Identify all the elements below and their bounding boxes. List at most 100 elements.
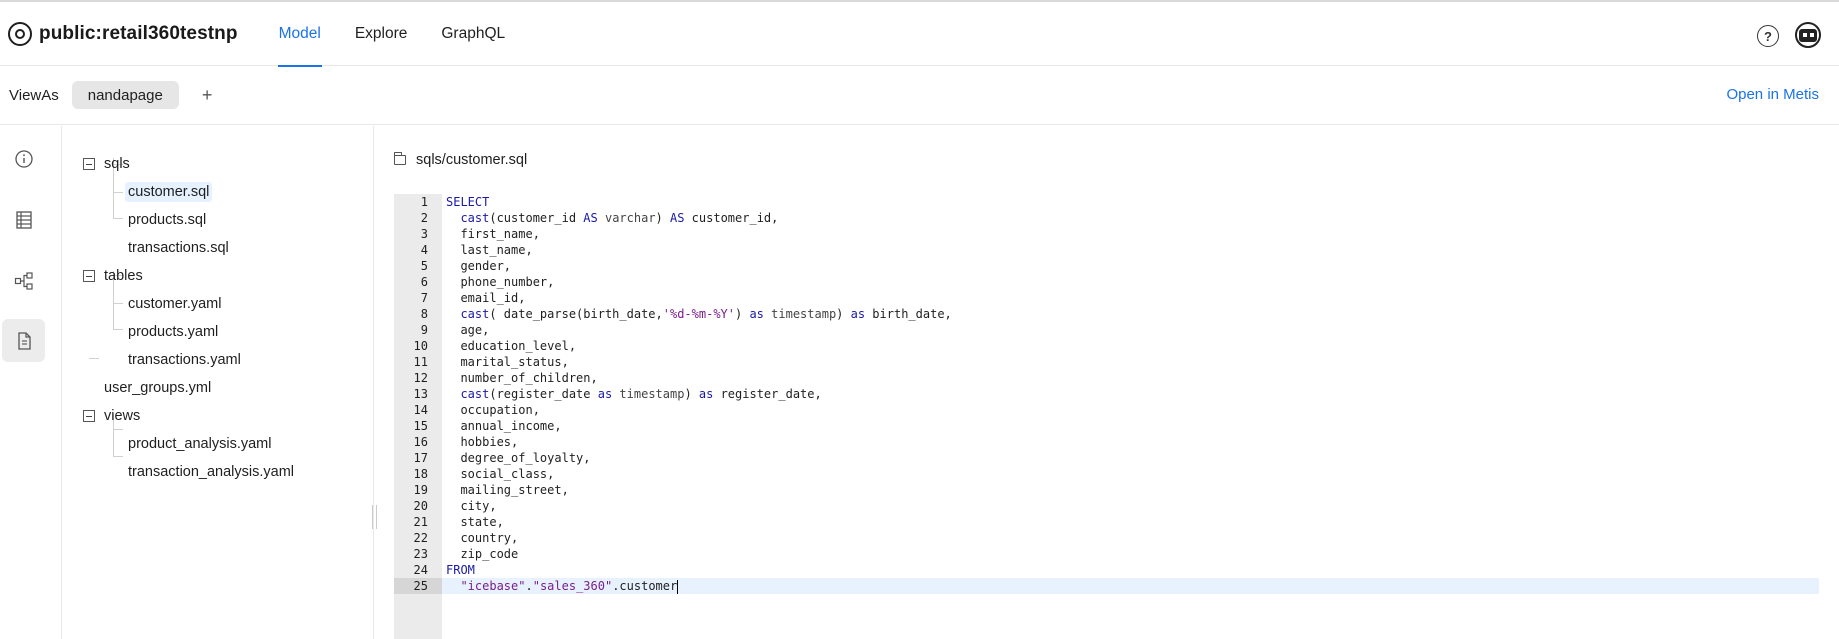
line-number: 9 xyxy=(420,323,428,337)
tab-graphql[interactable]: GraphQL xyxy=(440,2,506,66)
line-number: 20 xyxy=(413,499,428,513)
code-text: SELECT xyxy=(446,195,490,209)
page-title: public:retail360testnp xyxy=(39,22,238,44)
left-rail xyxy=(0,126,62,639)
code-text: age, xyxy=(446,323,490,337)
tab-model[interactable]: Model xyxy=(277,2,323,67)
tree-file-transactions-yaml[interactable]: transactions.yaml xyxy=(125,348,244,372)
line-number: 25 xyxy=(394,578,442,594)
avatar-face-icon xyxy=(1799,29,1817,42)
code-line[interactable]: 18 social_class, xyxy=(394,466,1819,482)
code-text: social_class, xyxy=(446,467,555,481)
code-line[interactable]: 6 phone_number, xyxy=(394,274,1819,290)
code-line[interactable]: 25 "icebase"."sales_360".customer xyxy=(394,578,1819,594)
tree-file-products-sql[interactable]: products.sql xyxy=(125,208,209,232)
code-line[interactable]: 20 city, xyxy=(394,498,1819,514)
code-text: marital_status, xyxy=(446,355,569,369)
tree-file-transactions-sql[interactable]: transactions.sql xyxy=(125,236,232,260)
code-text: gender, xyxy=(446,259,512,273)
avatar-eye-icon xyxy=(1810,33,1814,37)
code-line[interactable]: 14 occupation, xyxy=(394,402,1819,418)
code-text: cast( date_parse(birth_date,'%d-%m-%Y') … xyxy=(460,307,952,321)
viewas-user-chip[interactable]: nandapage xyxy=(71,81,179,109)
code-line[interactable]: 15 annual_income, xyxy=(394,418,1819,434)
avatar-eye-icon xyxy=(1803,33,1807,37)
line-number: 11 xyxy=(413,355,428,369)
code-line[interactable]: 7 email_id, xyxy=(394,290,1819,306)
code-text: number_of_children, xyxy=(446,371,598,385)
code-text: occupation, xyxy=(446,403,540,417)
line-number: 8 xyxy=(420,307,428,321)
tree-file-customer-sql[interactable]: customer.sql xyxy=(125,180,213,204)
code-line[interactable]: 21 state, xyxy=(394,514,1819,530)
code-line[interactable]: 8 cast( date_parse(birth_date,'%d-%m-%Y'… xyxy=(394,306,1819,322)
code-line[interactable]: 19 mailing_street, xyxy=(394,482,1819,498)
tree-file-transaction-analysis[interactable]: transaction_analysis.yaml xyxy=(125,460,297,484)
file-tree: sqls customer.sql products.sql transacti… xyxy=(62,126,374,639)
line-number: 12 xyxy=(413,371,428,385)
file-label: user_groups.yml xyxy=(104,380,212,396)
code-line[interactable]: 22 country, xyxy=(394,530,1819,546)
code-line[interactable]: 11 marital_status, xyxy=(394,354,1819,370)
add-viewas-button[interactable]: + xyxy=(202,85,213,106)
panel-resize-handle[interactable] xyxy=(372,505,377,529)
code-line[interactable]: 2 cast(customer_id AS varchar) AS custom… xyxy=(394,210,1819,226)
file-label: customer.sql xyxy=(125,182,213,202)
rail-table-button[interactable] xyxy=(2,198,45,241)
viewas-bar: ViewAs nandapage + Open in Metis xyxy=(0,66,1839,125)
code-text: country, xyxy=(446,531,519,545)
code-editor[interactable]: 1 SELECT 2 cast(customer_id AS varchar) AS… xyxy=(394,194,1819,639)
tree-guide xyxy=(113,329,123,330)
folder-icon xyxy=(394,152,406,165)
code-line[interactable]: 3 first_name, xyxy=(394,226,1819,242)
rail-files-button[interactable] xyxy=(2,319,45,362)
collapse-icon[interactable] xyxy=(83,410,95,422)
tree-guide xyxy=(113,303,123,304)
brand: public:retail360testnp xyxy=(8,21,238,46)
tree-file-customer-yaml[interactable]: customer.yaml xyxy=(125,292,224,316)
line-number: 1 xyxy=(420,195,428,209)
code-line[interactable]: 9 age, xyxy=(394,322,1819,338)
rail-lineage-button[interactable] xyxy=(2,259,45,302)
file-path: sqls/customer.sql xyxy=(416,152,528,168)
line-number: 19 xyxy=(413,483,428,497)
line-number: 2 xyxy=(420,211,428,225)
collapse-icon[interactable] xyxy=(83,270,95,282)
tree-folder-views[interactable]: views xyxy=(83,404,140,428)
code-line[interactable]: 1 SELECT xyxy=(394,194,1819,210)
rail-info-button[interactable] xyxy=(2,137,45,180)
top-header: public:retail360testnp Model Explore Gra… xyxy=(0,0,1839,67)
tree-file-product-analysis[interactable]: product_analysis.yaml xyxy=(125,432,274,456)
code-line[interactable]: 17 degree_of_loyalty, xyxy=(394,450,1819,466)
code-line[interactable]: 12 number_of_children, xyxy=(394,370,1819,386)
code-line[interactable]: 16 hobbies, xyxy=(394,434,1819,450)
code-line[interactable]: 5 gender, xyxy=(394,258,1819,274)
collapse-icon[interactable] xyxy=(83,158,95,170)
line-number: 15 xyxy=(413,419,428,433)
line-number: 22 xyxy=(413,531,428,545)
file-label: products.yaml xyxy=(128,324,219,340)
lineage-icon xyxy=(14,271,33,290)
code-line[interactable]: 4 last_name, xyxy=(394,242,1819,258)
code-line[interactable]: 10 education_level, xyxy=(394,338,1819,354)
open-in-metis-link[interactable]: Open in Metis xyxy=(1726,86,1819,103)
tree-folder-tables[interactable]: tables xyxy=(83,264,143,288)
avatar[interactable] xyxy=(1795,22,1821,48)
file-breadcrumb: sqls/customer.sql xyxy=(394,152,527,168)
tree-folder-sqls[interactable]: sqls xyxy=(83,152,130,176)
nav-tabs: Model Explore GraphQL xyxy=(277,2,539,67)
code-text: FROM xyxy=(446,563,475,577)
tree-file-products-yaml[interactable]: products.yaml xyxy=(125,320,221,344)
tab-explore[interactable]: Explore xyxy=(354,2,409,66)
file-label: products.sql xyxy=(128,212,207,228)
code-line[interactable]: 24 FROM xyxy=(394,562,1819,578)
tree-file-user-groups[interactable]: user_groups.yml xyxy=(101,376,214,400)
code-text: hobbies, xyxy=(446,435,519,449)
help-icon[interactable]: ? xyxy=(1757,25,1779,47)
line-number: 17 xyxy=(413,451,428,465)
code-line[interactable]: 13 cast(register_date as timestamp) as r… xyxy=(394,386,1819,402)
file-label: customer.yaml xyxy=(128,296,222,312)
line-number: 10 xyxy=(413,339,428,353)
code-line[interactable]: 23 zip_code xyxy=(394,546,1819,562)
file-label: product_analysis.yaml xyxy=(128,436,272,452)
